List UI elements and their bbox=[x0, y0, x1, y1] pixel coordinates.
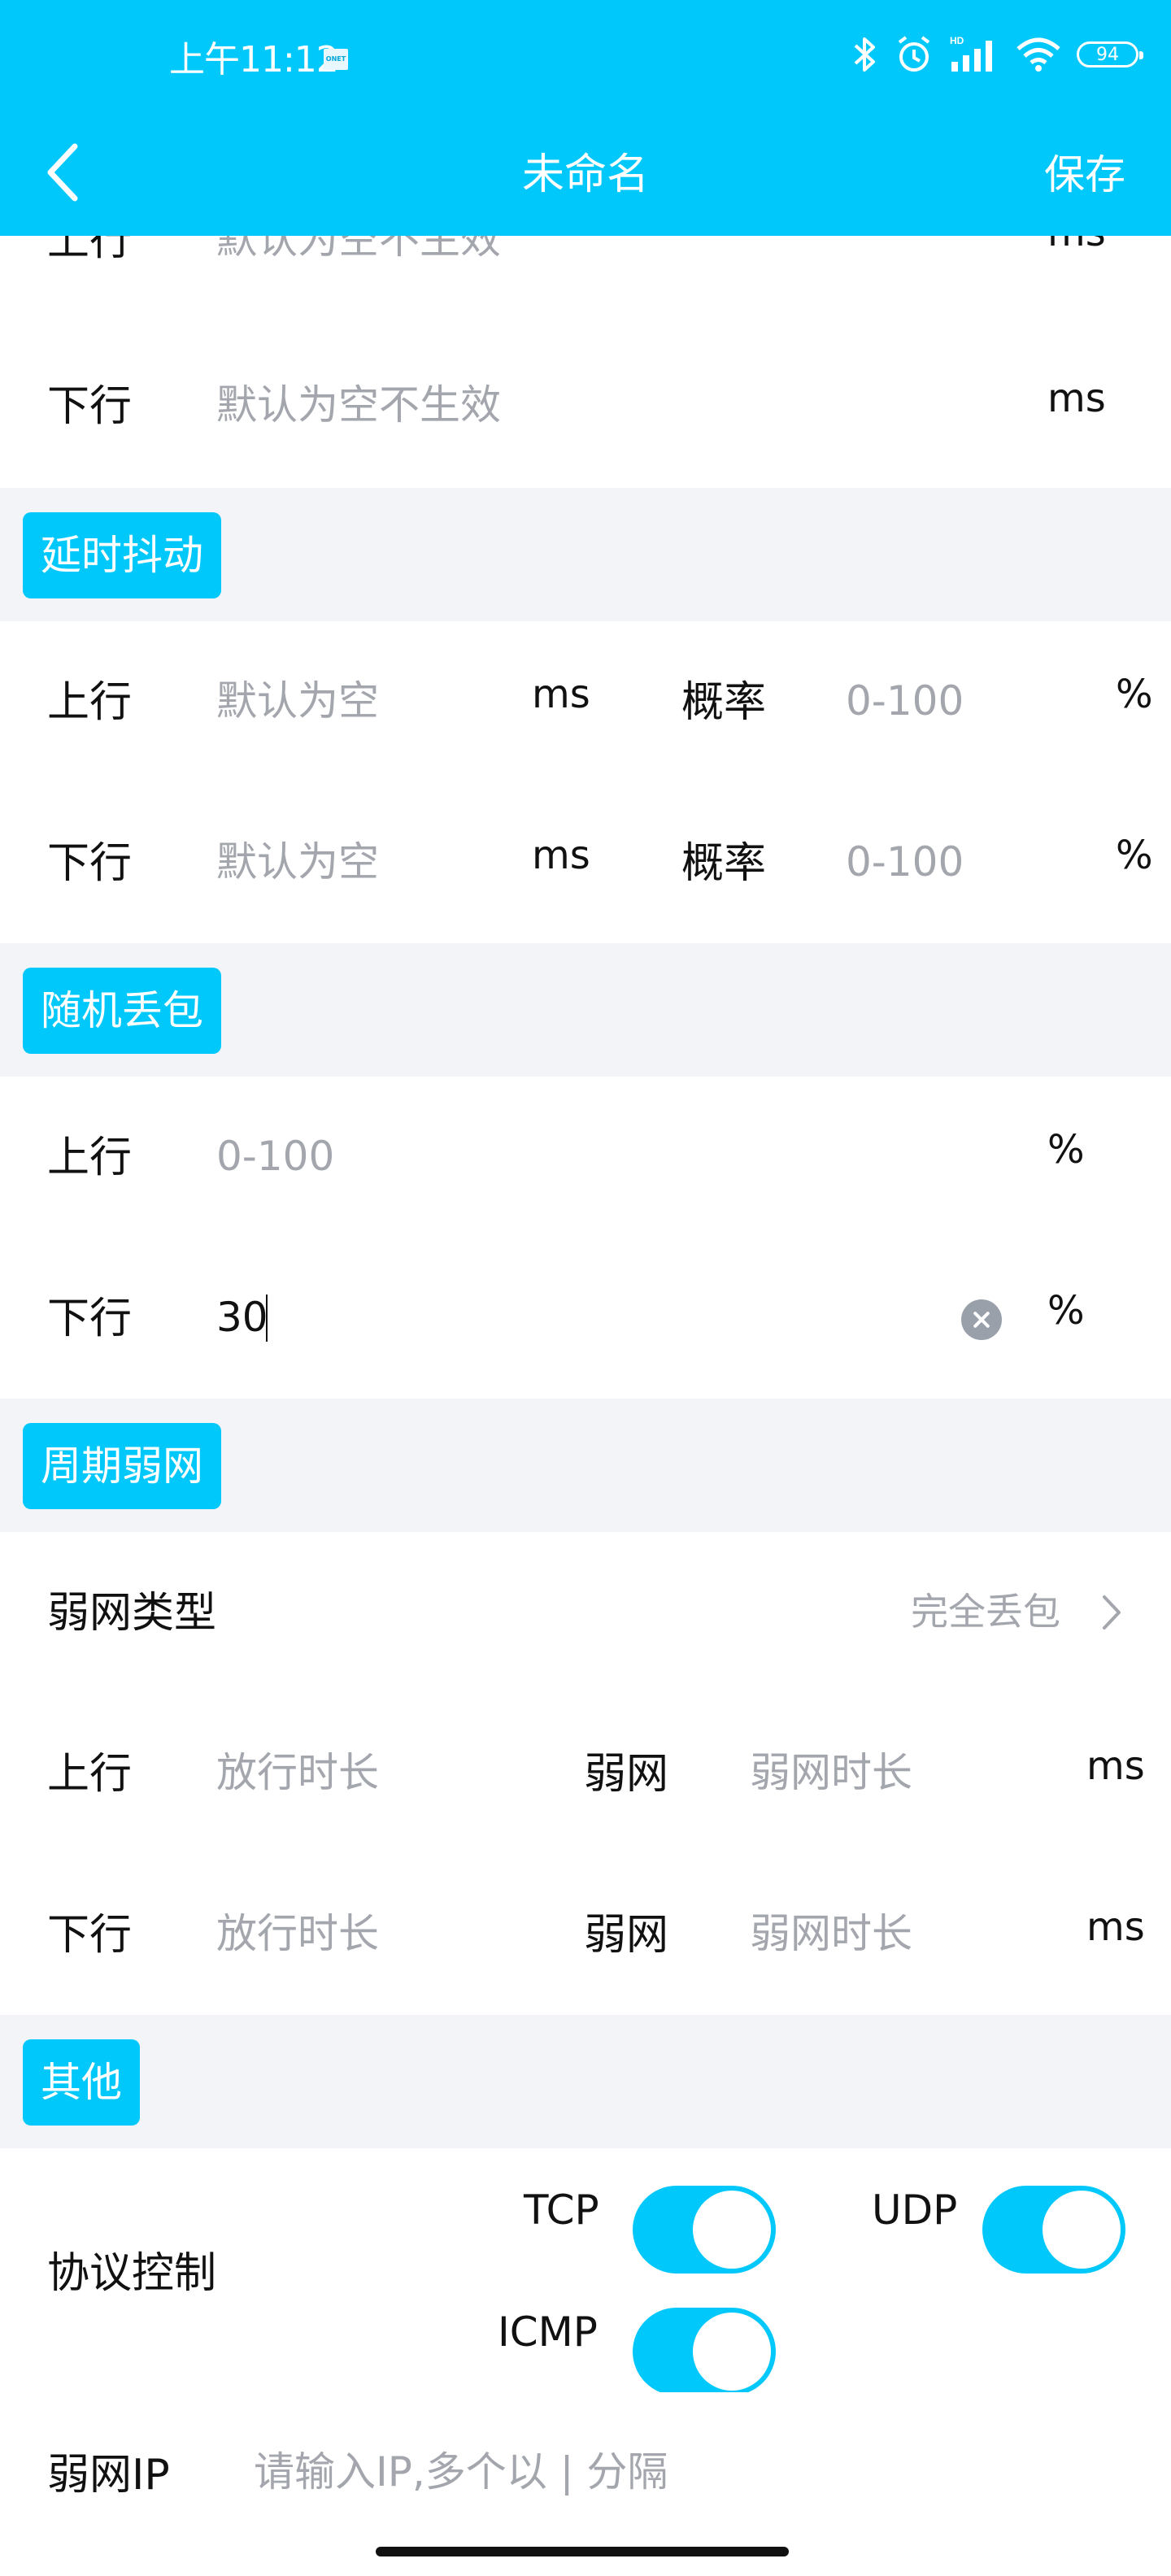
bluetooth-icon bbox=[854, 37, 875, 72]
periodic-up-row: 上行 放行时长 弱网 弱网时长 ms bbox=[0, 1693, 1171, 1854]
svg-text:HD: HD bbox=[950, 35, 964, 46]
loss-up-row: 上行 0-100 % bbox=[0, 1077, 1171, 1238]
weak-ip-input[interactable]: 请输入IP,多个以 | 分隔 bbox=[254, 2448, 668, 2496]
periodic-up-weak-label: 弱网 bbox=[584, 1750, 669, 1799]
section-other-title: 其他 bbox=[23, 2039, 140, 2126]
tcp-label: TCP bbox=[524, 2187, 599, 2234]
latency-down-unit: ms bbox=[1047, 376, 1106, 421]
latency-down-input[interactable]: 默认为空不生效 bbox=[216, 381, 501, 429]
weak-type-label: 弱网类型 bbox=[47, 1589, 217, 1638]
udp-label: UDP bbox=[872, 2187, 958, 2234]
tcp-toggle[interactable] bbox=[633, 2186, 776, 2274]
latency-up-unit: ms bbox=[1047, 236, 1106, 257]
jitter-up-prob-label: 概率 bbox=[681, 678, 767, 727]
section-jitter: 延时抖动 bbox=[0, 488, 1171, 621]
jitter-up-row: 上行 默认为空 ms 概率 0-100 % bbox=[0, 621, 1171, 782]
latency-up-label: 上行 bbox=[47, 236, 133, 265]
section-random-loss: 随机丢包 bbox=[0, 943, 1171, 1077]
periodic-down-unit: ms bbox=[1086, 1904, 1145, 1950]
weak-ip-label: 弱网IP bbox=[47, 2451, 170, 2500]
jitter-down-prob-unit: % bbox=[1116, 833, 1153, 878]
loss-up-label: 上行 bbox=[47, 1134, 133, 1182]
section-periodic-title: 周期弱网 bbox=[23, 1423, 221, 1509]
toggle-knob bbox=[693, 2313, 771, 2391]
jitter-up-prob-unit: % bbox=[1116, 672, 1153, 717]
alarm-icon bbox=[898, 36, 930, 72]
signal-icon: HD bbox=[950, 35, 992, 72]
jitter-down-row: 下行 默认为空 ms 概率 0-100 % bbox=[0, 782, 1171, 943]
loss-down-row: 下行 30 % bbox=[0, 1238, 1171, 1399]
section-periodic: 周期弱网 bbox=[0, 1399, 1171, 1532]
jitter-down-label: 下行 bbox=[47, 839, 133, 888]
periodic-up-unit: ms bbox=[1086, 1743, 1145, 1789]
icmp-label: ICMP bbox=[498, 2308, 598, 2356]
periodic-down-weak-input[interactable]: 弱网时长 bbox=[750, 1909, 912, 1958]
protocol-row: 协议控制 TCP UDP ICMP bbox=[0, 2148, 1171, 2395]
page-title: 未命名 bbox=[521, 150, 649, 199]
toggle-knob bbox=[1043, 2191, 1121, 2269]
section-random-loss-title: 随机丢包 bbox=[23, 968, 221, 1054]
battery-level: 94 bbox=[1096, 44, 1119, 65]
loss-down-label: 下行 bbox=[47, 1295, 133, 1343]
periodic-down-label: 下行 bbox=[47, 1911, 133, 1960]
protocol-label: 协议控制 bbox=[47, 2249, 217, 2298]
udp-toggle[interactable] bbox=[982, 2186, 1125, 2274]
jitter-up-prob-input[interactable]: 0-100 bbox=[846, 677, 964, 725]
latency-up-input[interactable]: 默认为空不生效 bbox=[216, 236, 501, 263]
status-time: 上午11:12 bbox=[169, 39, 339, 80]
section-jitter-title: 延时抖动 bbox=[23, 512, 221, 598]
section-other: 其他 bbox=[0, 2015, 1171, 2148]
periodic-down-pass-input[interactable]: 放行时长 bbox=[216, 1909, 379, 1958]
icmp-toggle[interactable] bbox=[633, 2308, 776, 2395]
wifi-icon bbox=[1016, 37, 1060, 72]
home-indicator bbox=[376, 2547, 789, 2556]
clear-icon[interactable] bbox=[961, 1299, 1002, 1340]
periodic-up-pass-input[interactable]: 放行时长 bbox=[216, 1748, 379, 1797]
chevron-right-icon bbox=[1103, 1595, 1121, 1630]
notification-badge: ONET bbox=[324, 49, 348, 70]
loss-up-unit: % bbox=[1047, 1127, 1085, 1173]
loss-down-input[interactable]: 30 bbox=[216, 1293, 268, 1342]
save-button[interactable]: 保存 bbox=[1044, 146, 1125, 203]
jitter-down-prob-label: 概率 bbox=[681, 839, 767, 888]
jitter-up-unit: ms bbox=[532, 672, 590, 717]
app-header: 上午11:12 ONET HD 94 未命名 保存 bbox=[0, 0, 1171, 236]
loss-down-unit: % bbox=[1047, 1288, 1085, 1334]
latency-up-row: 上行 默认为空不生效 ms bbox=[0, 236, 1171, 325]
weak-type-row[interactable]: 弱网类型 完全丢包 bbox=[0, 1532, 1171, 1693]
latency-down-row: 下行 默认为空不生效 ms bbox=[0, 325, 1171, 486]
jitter-down-prob-input[interactable]: 0-100 bbox=[846, 838, 964, 886]
loss-up-input[interactable]: 0-100 bbox=[216, 1132, 334, 1181]
periodic-up-label: 上行 bbox=[47, 1750, 133, 1799]
jitter-down-input[interactable]: 默认为空 bbox=[216, 838, 379, 886]
weak-type-value[interactable]: 完全丢包 bbox=[911, 1587, 1060, 1636]
periodic-down-row: 下行 放行时长 弱网 弱网时长 ms bbox=[0, 1854, 1171, 2015]
latency-down-label: 下行 bbox=[47, 382, 133, 431]
periodic-up-weak-input[interactable]: 弱网时长 bbox=[750, 1748, 912, 1797]
status-icons: HD 94 bbox=[851, 34, 1143, 75]
battery-icon: 94 bbox=[1077, 41, 1143, 67]
jitter-up-input[interactable]: 默认为空 bbox=[216, 677, 379, 725]
periodic-down-weak-label: 弱网 bbox=[584, 1911, 669, 1960]
jitter-down-unit: ms bbox=[532, 833, 590, 878]
jitter-up-label: 上行 bbox=[47, 678, 133, 727]
toggle-knob bbox=[693, 2191, 771, 2269]
text-cursor bbox=[266, 1295, 268, 1342]
